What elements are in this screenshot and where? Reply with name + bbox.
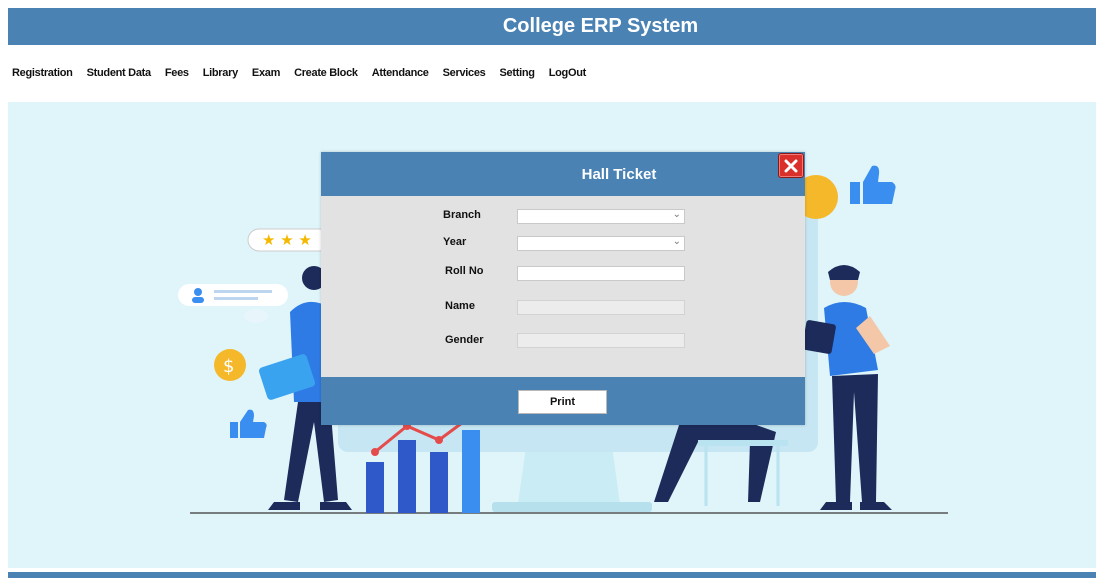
footer-bar: [8, 572, 1096, 578]
rating-stars: ★ ★ ★: [262, 231, 312, 249]
branch-label: Branch: [443, 209, 481, 221]
name-label: Name: [445, 300, 475, 312]
menu-item-student-data[interactable]: Student Data: [87, 67, 152, 79]
menu-item-setting[interactable]: Setting: [500, 67, 535, 79]
profile-line-2: [214, 297, 258, 300]
app-title-bar: College ERP System: [8, 8, 1096, 45]
coin-left-symbol: $: [223, 356, 234, 377]
menu-item-registration[interactable]: Registration: [12, 67, 73, 79]
roll-no-label: Roll No: [445, 265, 484, 277]
app-title: College ERP System: [502, 15, 699, 37]
close-button[interactable]: [778, 153, 804, 178]
thumbs-up-icon-right: [850, 165, 896, 204]
bar-2: [398, 440, 416, 513]
profile-line-1: [214, 290, 272, 293]
bar-4: [462, 430, 480, 513]
menu-item-exam[interactable]: Exam: [252, 67, 280, 79]
print-button[interactable]: Print: [518, 390, 607, 414]
trend-point-3: [435, 436, 443, 444]
gender-field[interactable]: [517, 333, 685, 348]
name-field[interactable]: [517, 300, 685, 315]
hall-ticket-dialog: Hall Ticket: [321, 152, 805, 425]
year-label: Year: [443, 236, 467, 248]
menu-item-fees[interactable]: Fees: [165, 67, 189, 79]
close-icon: [784, 159, 798, 172]
menu-item-attendance[interactable]: Attendance: [372, 67, 429, 79]
menu-item-create-block[interactable]: Create Block: [294, 67, 358, 79]
bar-3: [430, 452, 448, 513]
menu-bar: Registration Student Data Fees Library E…: [0, 58, 1096, 88]
dialog-title-wrap: Hall Ticket: [321, 152, 805, 196]
menu-item-logout[interactable]: LogOut: [549, 67, 587, 79]
monitor-base: [492, 502, 652, 512]
heart-bubble: [244, 309, 268, 323]
thumbs-up-icon-left: [230, 409, 267, 438]
roll-no-input[interactable]: [517, 266, 685, 281]
trend-point-1: [371, 448, 379, 456]
bar-1: [366, 462, 384, 513]
profile-avatar: [194, 288, 202, 296]
year-select[interactable]: ⌄: [517, 236, 685, 251]
menu-item-services[interactable]: Services: [443, 67, 486, 79]
gender-label: Gender: [445, 334, 484, 346]
menu-item-library[interactable]: Library: [203, 67, 239, 79]
chevron-down-icon: ⌄: [672, 209, 681, 220]
dialog-title: Hall Ticket: [581, 165, 657, 183]
print-button-label: Print: [549, 396, 576, 408]
chevron-down-icon: ⌄: [672, 236, 681, 247]
profile-avatar-body: [192, 297, 204, 303]
branch-select[interactable]: ⌄: [517, 209, 685, 224]
